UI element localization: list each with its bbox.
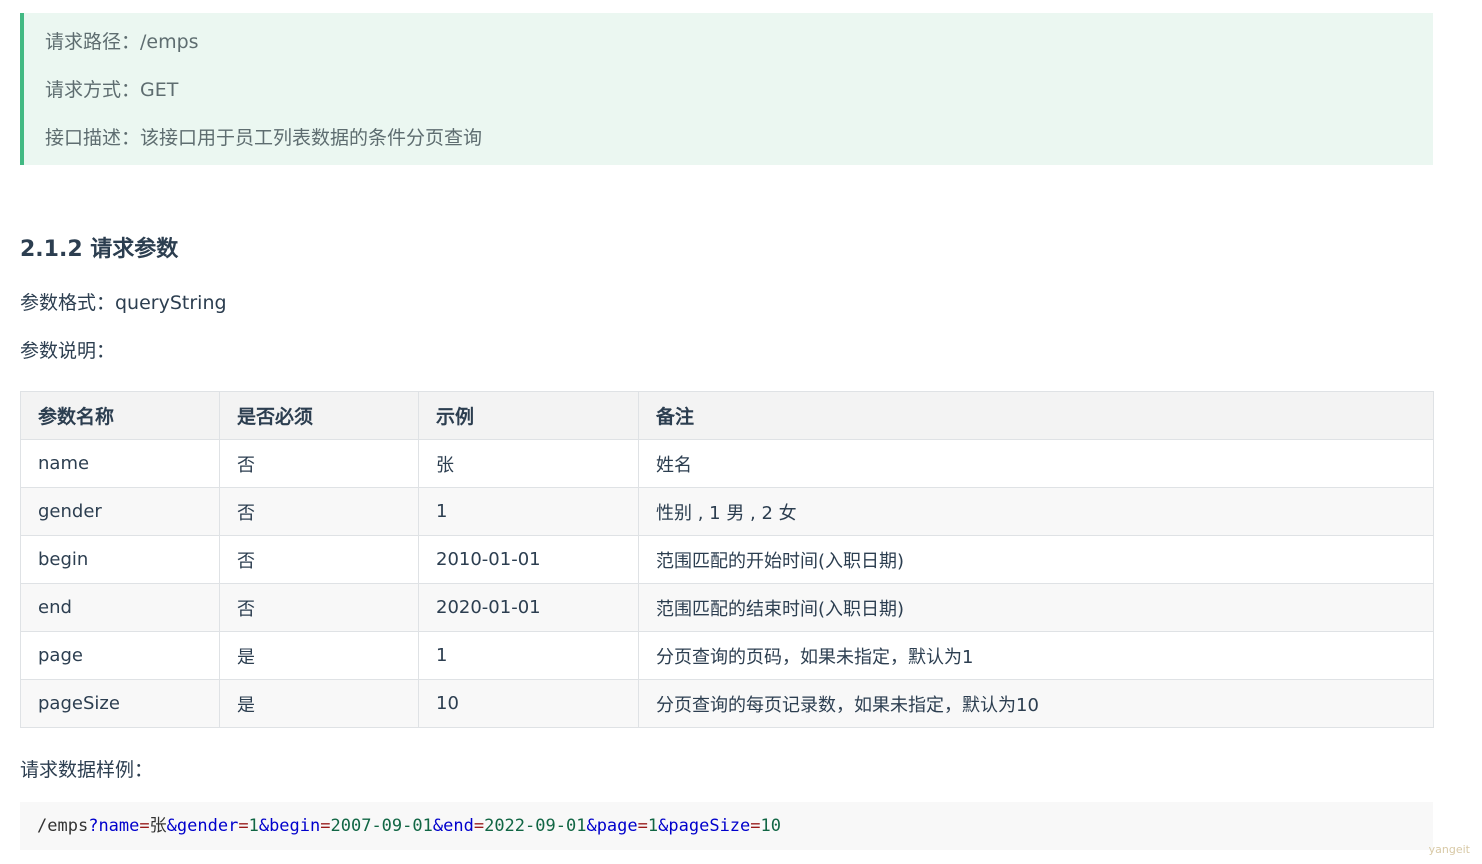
code-separator: & xyxy=(166,816,177,836)
cell-remark: 性别 , 1 男 , 2 女 xyxy=(638,487,1434,536)
section-heading: 2.1.2 请求参数 xyxy=(20,237,179,262)
code-param-value: 10 xyxy=(760,816,782,836)
cell-param-name: pageSize xyxy=(20,679,220,728)
cell-remark: 姓名 xyxy=(638,439,1434,488)
code-param-value: 2022-09-01 xyxy=(484,816,587,836)
code-param-value: 1 xyxy=(248,816,259,836)
code-equals: = xyxy=(637,816,648,836)
table-header-row: 参数名称 是否必须 示例 备注 xyxy=(20,391,1434,440)
cell-param-name: begin xyxy=(20,535,220,584)
code-separator: & xyxy=(586,816,597,836)
code-param-key: begin xyxy=(269,816,321,836)
code-sample: /emps?name=张&gender=1&begin=2007-09-01&e… xyxy=(20,802,1433,850)
code-equals: = xyxy=(320,816,331,836)
cell-param-name: end xyxy=(20,583,220,632)
code-path: /emps xyxy=(37,816,89,836)
api-info-callout: 请求路径：/emps 请求方式：GET 接口描述：该接口用于员工列表数据的条件分… xyxy=(20,13,1433,165)
cell-remark: 分页查询的每页记录数，如果未指定，默认为10 xyxy=(638,679,1434,728)
cell-example: 1 xyxy=(418,631,639,680)
code-param-key: gender xyxy=(176,816,239,836)
cell-example: 1 xyxy=(418,487,639,536)
table-row: name 否 张 姓名 xyxy=(20,439,1434,488)
param-format-line: 参数格式：queryString xyxy=(20,292,227,314)
code-param-key: page xyxy=(596,816,638,836)
sample-label: 请求数据样例： xyxy=(20,759,154,781)
code-param-value: 张 xyxy=(149,816,167,836)
header-example: 示例 xyxy=(418,391,639,440)
cell-required: 否 xyxy=(219,439,419,488)
cell-example: 张 xyxy=(418,439,639,488)
cell-remark: 分页查询的页码，如果未指定，默认为1 xyxy=(638,631,1434,680)
cell-param-name: page xyxy=(20,631,220,680)
cell-required: 否 xyxy=(219,535,419,584)
table-row: gender 否 1 性别 , 1 男 , 2 女 xyxy=(20,487,1434,536)
header-required: 是否必须 xyxy=(219,391,419,440)
table-row: page 是 1 分页查询的页码，如果未指定，默认为1 xyxy=(20,631,1434,680)
param-description-label: 参数说明： xyxy=(20,340,116,362)
params-table: 参数名称 是否必须 示例 备注 name 否 张 姓名 gender 否 1 性… xyxy=(20,391,1434,728)
cell-param-name: gender xyxy=(20,487,220,536)
code-param-value: 2007-09-01 xyxy=(330,816,433,836)
code-equals: = xyxy=(750,816,761,836)
code-param-value: 1 xyxy=(647,816,659,836)
watermark: yangeit xyxy=(1428,843,1470,856)
code-param-key: pageSize xyxy=(668,816,751,836)
table-row: pageSize 是 10 分页查询的每页记录数，如果未指定，默认为10 xyxy=(20,679,1434,728)
header-remark: 备注 xyxy=(638,391,1434,440)
cell-required: 是 xyxy=(219,631,419,680)
cell-example: 2020-01-01 xyxy=(418,583,639,632)
cell-required: 否 xyxy=(219,583,419,632)
table-row: end 否 2020-01-01 范围匹配的结束时间(入职日期) xyxy=(20,583,1434,632)
header-param-name: 参数名称 xyxy=(20,391,220,440)
code-equals: = xyxy=(238,816,249,836)
code-separator: & xyxy=(432,816,444,836)
cell-remark: 范围匹配的结束时间(入职日期) xyxy=(638,583,1434,632)
request-method: 请求方式：GET xyxy=(45,79,179,101)
code-separator: & xyxy=(258,816,270,836)
code-param-key: end xyxy=(443,816,474,836)
cell-required: 否 xyxy=(219,487,419,536)
code-param-key: name xyxy=(98,816,140,836)
cell-example: 2010-01-01 xyxy=(418,535,639,584)
api-description: 接口描述：该接口用于员工列表数据的条件分页查询 xyxy=(45,127,483,149)
code-separator: & xyxy=(658,816,669,836)
cell-example: 10 xyxy=(418,679,639,728)
code-equals: = xyxy=(473,816,485,836)
cell-required: 是 xyxy=(219,679,419,728)
table-row: begin 否 2010-01-01 范围匹配的开始时间(入职日期) xyxy=(20,535,1434,584)
code-equals: = xyxy=(139,816,150,836)
request-path: 请求路径：/emps xyxy=(45,31,199,53)
cell-remark: 范围匹配的开始时间(入职日期) xyxy=(638,535,1434,584)
code-query-mark: ? xyxy=(88,816,99,836)
cell-param-name: name xyxy=(20,439,220,488)
